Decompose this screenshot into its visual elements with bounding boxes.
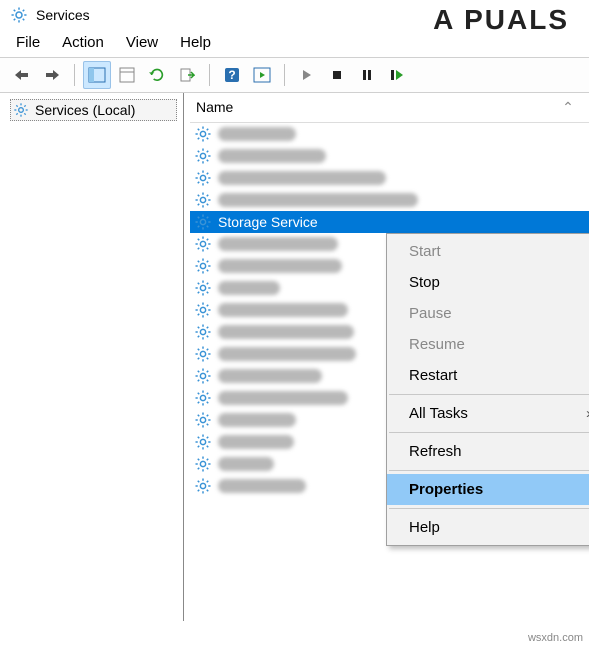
blurred-service-name <box>218 435 294 449</box>
gear-icon <box>194 411 212 429</box>
gear-icon <box>194 323 212 341</box>
toolbar-separator <box>209 64 210 86</box>
back-button[interactable] <box>8 61 36 89</box>
gear-icon <box>194 389 212 407</box>
watermark-logo: A PUALS <box>433 4 569 36</box>
menu-action[interactable]: Action <box>62 34 104 51</box>
gear-icon <box>194 169 212 187</box>
credit-text: wsxdn.com <box>528 632 583 644</box>
ctx-help[interactable]: Help <box>387 512 589 543</box>
gear-icon <box>194 367 212 385</box>
service-row[interactable] <box>190 145 589 167</box>
context-menu-separator <box>389 432 589 433</box>
gear-icon <box>194 191 212 209</box>
toolbar-separator <box>74 64 75 86</box>
list-header[interactable]: Name ⌃ <box>190 93 589 123</box>
tree-item-services-local[interactable]: Services (Local) <box>10 99 177 121</box>
help-button[interactable]: ? <box>218 61 246 89</box>
action-pane-button[interactable] <box>248 61 276 89</box>
menu-file[interactable]: File <box>16 34 40 51</box>
sort-indicator-icon: ⌃ <box>553 99 583 116</box>
context-menu-separator <box>389 394 589 395</box>
ctx-properties[interactable]: Properties <box>387 474 589 505</box>
ctx-stop[interactable]: Stop <box>387 267 589 298</box>
ctx-all-tasks[interactable]: All Tasks <box>387 398 589 429</box>
blurred-service-name <box>218 457 274 471</box>
blurred-service-name <box>218 303 348 317</box>
pause-service-button[interactable] <box>353 61 381 89</box>
service-name: Storage Service <box>218 214 318 230</box>
start-service-button[interactable] <box>293 61 321 89</box>
blurred-service-name <box>218 413 296 427</box>
blurred-service-name <box>218 193 418 207</box>
blurred-service-name <box>218 259 342 273</box>
ctx-refresh[interactable]: Refresh <box>387 436 589 467</box>
column-header-name[interactable]: Name <box>196 99 553 116</box>
gear-icon <box>194 301 212 319</box>
gear-icon <box>13 102 29 118</box>
blurred-service-name <box>218 149 326 163</box>
stop-service-button[interactable] <box>323 61 351 89</box>
ctx-pause: Pause <box>387 298 589 329</box>
show-hide-tree-button[interactable] <box>83 61 111 89</box>
tree-item-label: Services (Local) <box>35 102 135 118</box>
blurred-service-name <box>218 171 386 185</box>
refresh-button[interactable] <box>143 61 171 89</box>
context-menu-separator <box>389 508 589 509</box>
list-body: Storage Service StartStopPauseResumeResta… <box>190 123 589 497</box>
window-title: Services <box>36 7 90 23</box>
gear-icon <box>194 235 212 253</box>
service-row[interactable] <box>190 167 589 189</box>
blurred-service-name <box>218 237 338 251</box>
toolbar: ? <box>0 57 589 93</box>
console-properties-button[interactable] <box>113 61 141 89</box>
restart-service-button[interactable] <box>383 61 411 89</box>
gear-icon <box>194 125 212 143</box>
toolbar-separator <box>284 64 285 86</box>
ctx-resume: Resume <box>387 329 589 360</box>
services-app-icon <box>10 6 28 24</box>
export-list-button[interactable] <box>173 61 201 89</box>
gear-icon <box>194 213 212 231</box>
blurred-service-name <box>218 369 322 383</box>
svg-text:?: ? <box>228 68 235 82</box>
context-menu-separator <box>389 470 589 471</box>
gear-icon <box>194 147 212 165</box>
blurred-service-name <box>218 479 306 493</box>
service-row[interactable] <box>190 189 589 211</box>
ctx-restart[interactable]: Restart <box>387 360 589 391</box>
gear-icon <box>194 279 212 297</box>
service-row[interactable] <box>190 123 589 145</box>
context-menu: StartStopPauseResumeRestart All Tasks Refr… <box>386 233 589 546</box>
menu-view[interactable]: View <box>126 34 158 51</box>
gear-icon <box>194 345 212 363</box>
gear-icon <box>194 455 212 473</box>
blurred-service-name <box>218 391 348 405</box>
blurred-service-name <box>218 325 354 339</box>
menu-help[interactable]: Help <box>180 34 211 51</box>
tree-pane: Services (Local) <box>0 93 184 621</box>
gear-icon <box>194 433 212 451</box>
gear-icon <box>194 257 212 275</box>
forward-button[interactable] <box>38 61 66 89</box>
blurred-service-name <box>218 347 356 361</box>
content-area: Services (Local) Name ⌃ Storage ServiceS… <box>0 93 589 621</box>
blurred-service-name <box>218 127 296 141</box>
blurred-service-name <box>218 281 280 295</box>
gear-icon <box>194 477 212 495</box>
list-pane: Name ⌃ Storage Service StartStopPauseResu… <box>184 93 589 621</box>
ctx-start: Start <box>387 236 589 267</box>
service-row[interactable]: Storage Service <box>190 211 589 233</box>
